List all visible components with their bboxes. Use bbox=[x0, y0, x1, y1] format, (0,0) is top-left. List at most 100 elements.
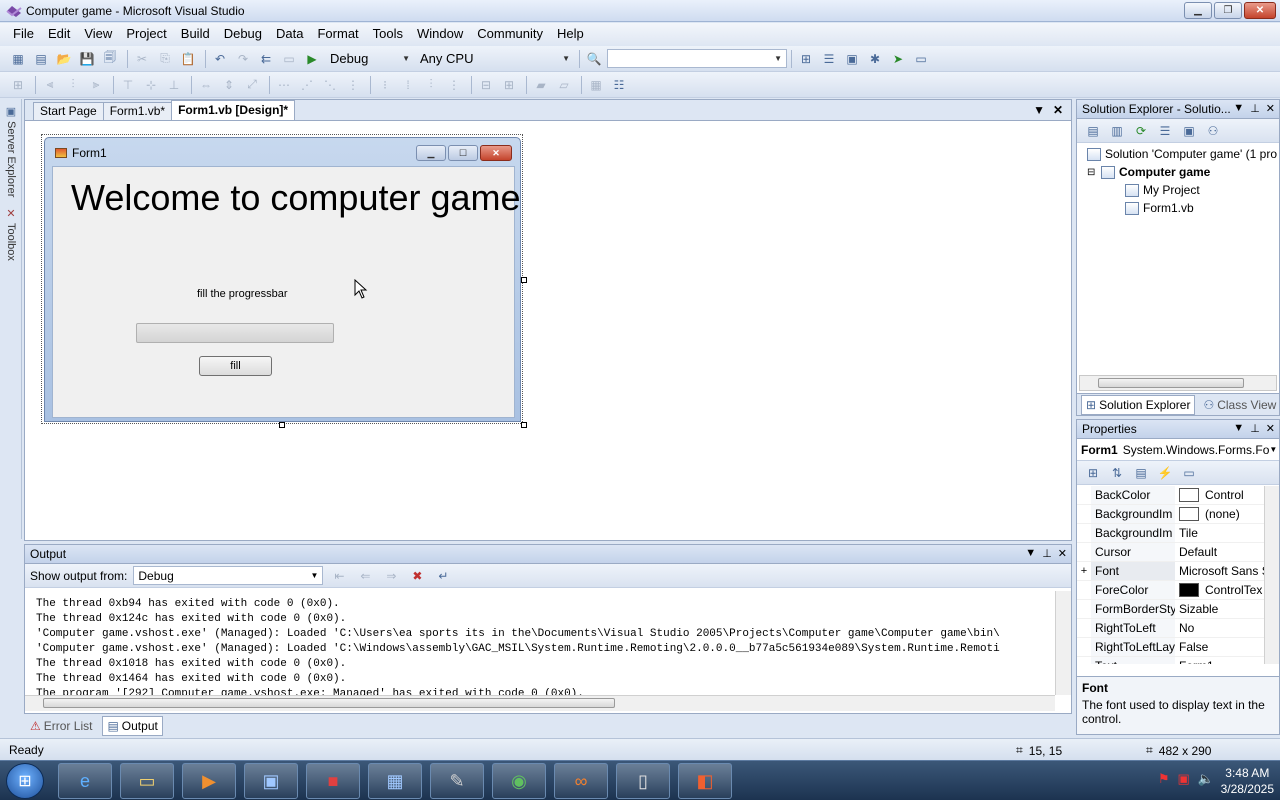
find-message-icon[interactable]: ⇤ bbox=[329, 567, 349, 585]
properties-view-icon[interactable]: ▤ bbox=[1131, 464, 1151, 482]
output-vertical-scrollbar[interactable] bbox=[1055, 591, 1071, 695]
clear-all-icon[interactable]: ✖ bbox=[407, 567, 427, 585]
tree-item-project[interactable]: ⊟ Computer game bbox=[1087, 163, 1210, 181]
tab-solution-explorer[interactable]: ⊞ Solution Explorer bbox=[1081, 394, 1196, 415]
toolbox-icon[interactable]: ✱ bbox=[865, 50, 885, 68]
form-maximize-button[interactable]: ☐ bbox=[448, 145, 478, 161]
solution-horizontal-scrollbar[interactable] bbox=[1079, 375, 1277, 391]
menu-community[interactable]: Community bbox=[470, 23, 550, 45]
platform-dropdown[interactable]: Any CPU ▼ bbox=[415, 49, 575, 68]
redo-icon[interactable]: ↷ bbox=[233, 50, 253, 68]
pin-icon[interactable]: ⊥ bbox=[1042, 547, 1052, 560]
taskbar-control-panel[interactable]: ▦ bbox=[368, 763, 422, 799]
property-pages-icon[interactable]: ▭ bbox=[1179, 464, 1199, 482]
view-designer-icon[interactable]: ▣ bbox=[1179, 122, 1199, 140]
property-row[interactable]: RightToLeftLay False bbox=[1077, 638, 1279, 657]
decrease-v-spacing-icon[interactable]: ⫶ bbox=[421, 76, 441, 94]
taskbar-media-player[interactable]: ▶ bbox=[182, 763, 236, 799]
next-message-icon[interactable]: ⇒ bbox=[381, 567, 401, 585]
menu-build[interactable]: Build bbox=[174, 23, 217, 45]
menu-help[interactable]: Help bbox=[550, 23, 591, 45]
output-window-icon[interactable]: ▭ bbox=[279, 50, 299, 68]
fill-button[interactable]: fill bbox=[199, 356, 272, 376]
resize-handle-right[interactable] bbox=[521, 277, 527, 283]
form-client-area[interactable]: Welcome to computer game fill the progre… bbox=[52, 166, 521, 418]
align-top-icon[interactable]: ⊤ bbox=[118, 76, 138, 94]
alphabetical-icon[interactable]: ⇅ bbox=[1107, 464, 1127, 482]
tab-class-view[interactable]: ⚇ Class View bbox=[1203, 398, 1276, 412]
taskbar-document[interactable]: ▯ bbox=[616, 763, 670, 799]
welcome-label[interactable]: Welcome to computer game bbox=[71, 177, 521, 219]
refresh-icon[interactable]: ⟳ bbox=[1131, 122, 1151, 140]
class-diagram-icon[interactable]: ⚇ bbox=[1203, 122, 1223, 140]
add-item-icon[interactable]: ▤ bbox=[31, 50, 51, 68]
taskbar-remote-desktop[interactable]: ▣ bbox=[244, 763, 298, 799]
property-row[interactable]: BackgroundIm (none) bbox=[1077, 505, 1279, 524]
align-left-icon[interactable]: ⫷ bbox=[40, 76, 60, 94]
close-document-icon[interactable]: ✕ bbox=[1053, 103, 1063, 117]
form-designer-surface[interactable]: Form1 ▁ ☐ ✕ Welcome to computer game fil… bbox=[25, 122, 1071, 540]
properties-vertical-scrollbar[interactable] bbox=[1264, 486, 1279, 664]
taskbar-toolbox[interactable]: ■ bbox=[306, 763, 360, 799]
menu-data[interactable]: Data bbox=[269, 23, 310, 45]
server-explorer-tab[interactable]: ▣ Server Explorer bbox=[2, 103, 20, 197]
events-icon[interactable]: ⚡ bbox=[1155, 464, 1175, 482]
find-in-files-icon[interactable]: 🔍 bbox=[584, 50, 604, 68]
save-all-icon[interactable]: 🗐 bbox=[100, 50, 120, 68]
remove-v-spacing-icon[interactable]: ⋮ bbox=[444, 76, 464, 94]
word-wrap-icon[interactable]: ↵ bbox=[433, 567, 453, 585]
align-right-icon[interactable]: ⫸ bbox=[86, 76, 106, 94]
output-source-dropdown[interactable]: Debug ▼ bbox=[133, 566, 324, 585]
align-middle-icon[interactable]: ⊹ bbox=[141, 76, 161, 94]
align-bottom-icon[interactable]: ⊥ bbox=[164, 76, 184, 94]
center-horizontal-icon[interactable]: ⊟ bbox=[476, 76, 496, 94]
tree-item-form1[interactable]: Form1.vb bbox=[1125, 199, 1194, 217]
close-icon[interactable]: ✕ bbox=[1266, 102, 1275, 115]
vertical-spacing-icon[interactable]: ⁝ bbox=[375, 76, 395, 94]
output-text[interactable]: The thread 0xb94 has exited with code 0 … bbox=[25, 591, 1055, 695]
taskbar-file-explorer[interactable]: ▭ bbox=[120, 763, 174, 799]
window-position-icon[interactable]: ▼ bbox=[1233, 102, 1244, 115]
scroll-thumb[interactable] bbox=[1098, 378, 1244, 388]
property-row[interactable]: + Font Microsoft Sans S bbox=[1077, 562, 1279, 581]
restore-button[interactable]: ❐ bbox=[1214, 2, 1242, 19]
property-row[interactable]: BackColor Control bbox=[1077, 486, 1279, 505]
same-height-icon[interactable]: ⇕ bbox=[219, 76, 239, 94]
solution-explorer-icon[interactable]: ⊞ bbox=[796, 50, 816, 68]
send-to-back-icon[interactable]: ▱ bbox=[554, 76, 574, 94]
resize-handle-bottom[interactable] bbox=[279, 422, 285, 428]
resize-handle-corner[interactable] bbox=[521, 422, 527, 428]
property-row[interactable]: ForeColor ControlTex bbox=[1077, 581, 1279, 600]
tab-error-list[interactable]: ⚠ Error List bbox=[26, 717, 96, 735]
form-window[interactable]: Form1 ▁ ☐ ✕ Welcome to computer game fil… bbox=[44, 137, 521, 422]
command-window-icon[interactable]: ▭ bbox=[911, 50, 931, 68]
taskbar-network[interactable]: ◉ bbox=[492, 763, 546, 799]
property-row[interactable]: Text Form1 bbox=[1077, 657, 1279, 664]
save-icon[interactable]: 💾 bbox=[77, 50, 97, 68]
menu-edit[interactable]: Edit bbox=[41, 23, 77, 45]
menu-window[interactable]: Window bbox=[410, 23, 470, 45]
menu-file[interactable]: File bbox=[6, 23, 41, 45]
progress-bar[interactable] bbox=[136, 323, 334, 343]
tab-list-icon[interactable]: ▼ bbox=[1033, 103, 1045, 117]
pin-icon[interactable]: ⊥ bbox=[1250, 102, 1260, 115]
volume-icon[interactable]: 🔈 bbox=[1198, 771, 1214, 787]
taskbar-visual-studio[interactable]: ∞ bbox=[554, 763, 608, 799]
form-close-button[interactable]: ✕ bbox=[480, 145, 512, 161]
navigate-icon[interactable]: ⇇ bbox=[256, 50, 276, 68]
copy-icon[interactable]: ⎘ bbox=[155, 50, 175, 68]
increase-v-spacing-icon[interactable]: ⁞ bbox=[398, 76, 418, 94]
new-project-icon[interactable]: ▦ bbox=[8, 50, 28, 68]
previous-message-icon[interactable]: ⇐ bbox=[355, 567, 375, 585]
menu-view[interactable]: View bbox=[77, 23, 119, 45]
cut-icon[interactable]: ✂ bbox=[132, 50, 152, 68]
expand-icon[interactable]: + bbox=[1077, 565, 1091, 577]
tab-output[interactable]: ▤ Output bbox=[102, 716, 163, 736]
tree-item-solution[interactable]: Solution 'Computer game' (1 pro bbox=[1087, 145, 1277, 163]
toolbox-tab[interactable]: ✕ Toolbox bbox=[2, 205, 20, 261]
menu-project[interactable]: Project bbox=[119, 23, 173, 45]
paste-icon[interactable]: 📋 bbox=[178, 50, 198, 68]
align-center-icon[interactable]: ⫶ bbox=[63, 76, 83, 94]
property-row[interactable]: BackgroundIm Tile bbox=[1077, 524, 1279, 543]
tab-form1-code[interactable]: Form1.vb* bbox=[102, 102, 173, 120]
